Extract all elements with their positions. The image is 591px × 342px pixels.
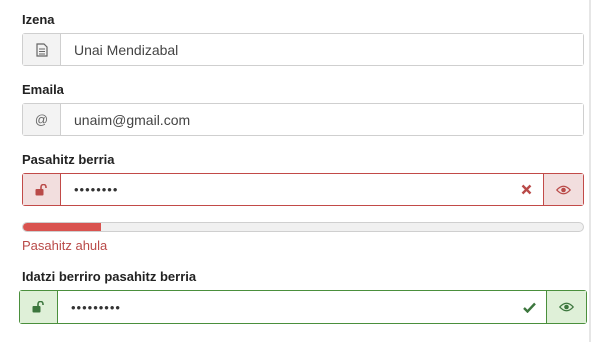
password-strength-bar xyxy=(22,222,584,232)
new-password-input-group: •••••••• xyxy=(22,173,584,206)
email-label: Emaila xyxy=(22,82,64,97)
confirm-password-label: Idatzi berriro pasahitz berria xyxy=(22,269,197,284)
cross-icon xyxy=(509,174,543,205)
at-icon: @ xyxy=(23,104,61,135)
unlock-icon xyxy=(23,174,61,205)
name-label: Izena xyxy=(22,12,55,27)
eye-icon xyxy=(556,185,571,194)
email-input-group: @ unaim@gmail.com xyxy=(22,103,584,136)
password-strength-fill xyxy=(23,223,102,231)
document-icon xyxy=(23,34,61,65)
name-input[interactable]: Unai Mendizabal xyxy=(61,34,583,65)
new-password-toggle-button[interactable] xyxy=(543,174,583,205)
email-input[interactable]: unaim@gmail.com xyxy=(61,104,583,135)
confirm-password-input[interactable]: ••••••••• xyxy=(58,291,512,323)
check-icon xyxy=(512,291,546,323)
new-password-input[interactable]: •••••••• xyxy=(61,174,509,205)
confirm-password-input-group: ••••••••• xyxy=(19,290,587,324)
name-input-group: Unai Mendizabal xyxy=(22,33,584,66)
password-strength-text: Pasahitz ahula xyxy=(22,238,108,253)
new-password-label: Pasahitz berria xyxy=(22,152,115,167)
confirm-password-toggle-button[interactable] xyxy=(546,291,586,323)
eye-icon xyxy=(559,302,574,312)
unlock-icon xyxy=(20,291,58,323)
